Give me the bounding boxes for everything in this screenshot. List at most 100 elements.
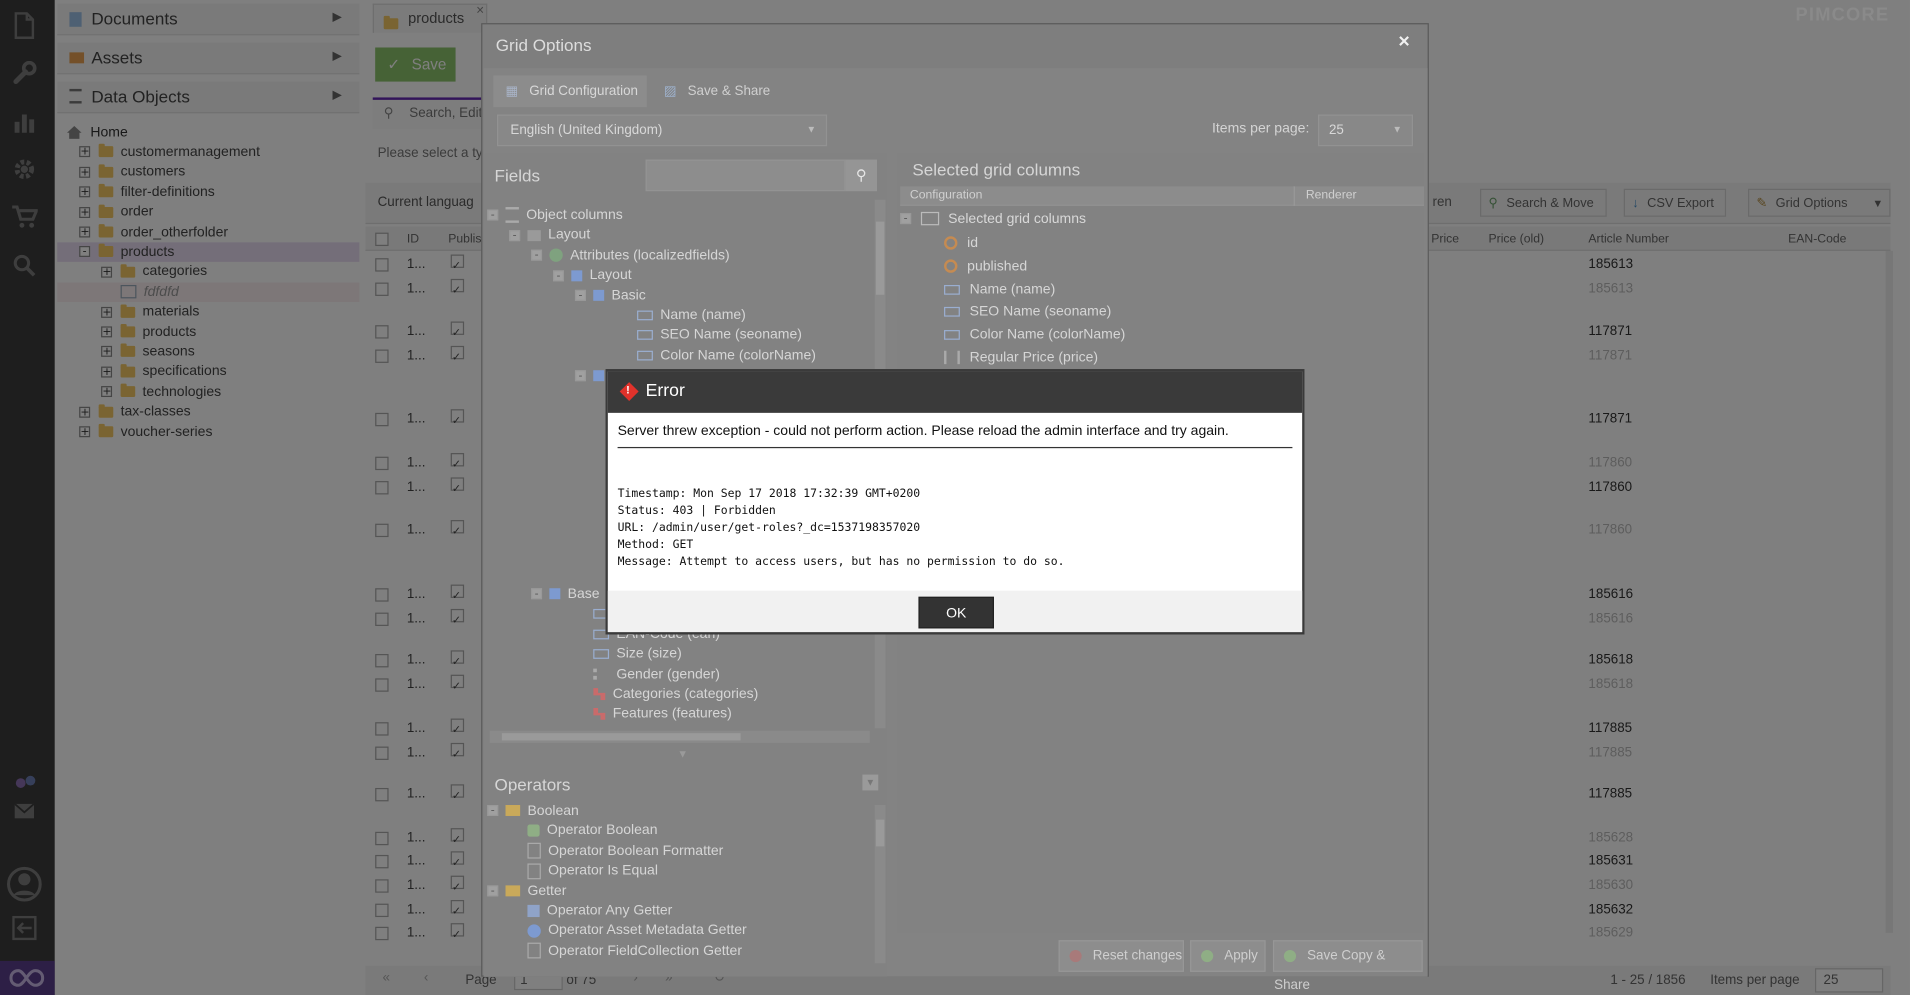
list-icon [505, 207, 519, 224]
tree-node-label: Operator FieldCollection Getter [548, 943, 743, 959]
collapse-icon[interactable]: - [553, 269, 564, 282]
tree-node[interactable]: Categories (categories) [575, 684, 758, 703]
selected-root[interactable]: - Selected grid columns [900, 209, 1086, 228]
collapse-icon[interactable]: - [487, 210, 499, 222]
language-select-value: English (United Kingdom) [510, 123, 663, 138]
input-field-icon [593, 649, 610, 660]
reset-changes-button[interactable]: Reset changes [1058, 940, 1185, 972]
tree-node[interactable]: - Layout [509, 226, 590, 245]
selected-column[interactable]: Color Name (colorName) [944, 325, 1125, 344]
operators-tree: - Boolean Operator Boolean Operator Boolean… [485, 799, 877, 962]
tree-node[interactable]: Size (size) [575, 644, 682, 663]
error-header: ! Error [607, 371, 1303, 413]
tree-node-label: Features (features) [612, 706, 732, 722]
tree-node-label: Attributes (localizedfields) [570, 248, 730, 263]
getter-icon [527, 904, 540, 918]
layout-icon [527, 230, 541, 241]
tree-node[interactable]: - Base [531, 585, 600, 604]
fields-title: Fields [494, 165, 541, 186]
tree-node-label: Operator Any Getter [546, 903, 673, 919]
language-select[interactable]: English (United Kingdom) ▼ [496, 114, 828, 147]
chevron-down-icon: ▼ [806, 124, 817, 136]
save-copy-share-button[interactable]: Save Copy & Share [1272, 940, 1423, 993]
selected-column[interactable]: Regular Price (price) [944, 348, 1098, 367]
collapse-icon[interactable]: - [531, 588, 543, 600]
fields-search-input[interactable] [645, 159, 846, 192]
col-renderer[interactable]: Renderer [1306, 189, 1357, 202]
tree-node-label: Basic [611, 288, 646, 303]
fields-search-button[interactable]: ⚲ [845, 159, 878, 192]
dialog-items-per-page-select[interactable]: 25 ▼ [1317, 114, 1414, 147]
operators-scrollbar[interactable] [874, 805, 886, 964]
operators-scroll-thumb[interactable] [875, 819, 885, 847]
collapse-icon[interactable]: - [900, 213, 912, 225]
input-field-icon [944, 307, 960, 318]
error-title: Error [645, 381, 685, 401]
tree-node[interactable]: - Boolean [487, 801, 579, 820]
collapse-icon[interactable]: - [509, 230, 521, 242]
tree-node-label: Layout [589, 268, 632, 283]
open-folder-icon [921, 212, 940, 226]
tree-node[interactable]: Features (features) [575, 704, 732, 723]
apply-check-icon [1201, 950, 1214, 963]
fields-hscrollbar[interactable] [489, 730, 870, 743]
tree-node[interactable]: Operator Any Getter [509, 901, 672, 920]
relation-icon [593, 688, 606, 701]
tree-node[interactable]: Operator Boolean [509, 821, 658, 840]
selected-column[interactable]: Name (name) [944, 280, 1055, 299]
tree-node-label: Operator Is Equal [548, 863, 658, 879]
tree-node[interactable]: Gender (gender) [575, 664, 720, 683]
close-icon[interactable]: × [1398, 32, 1409, 54]
grid-options-title: Grid Options [495, 35, 592, 55]
selected-column-label: Name (name) [969, 282, 1056, 297]
collapse-icon[interactable]: - [531, 249, 543, 262]
tree-node[interactable]: Color Name (colorName) [619, 346, 816, 365]
error-detail-line: Timestamp: Mon Sep 17 2018 17:32:39 GMT+… [617, 487, 921, 501]
tree-node[interactable]: Operator Asset Metadata Getter [509, 921, 747, 940]
input-field-icon [637, 310, 653, 321]
tree-node-label: Boolean [527, 803, 579, 819]
tree-node[interactable]: - Attributes (localizedfields) [531, 246, 730, 265]
collapse-icon[interactable]: - [574, 369, 586, 381]
col-configuration[interactable]: Configuration [910, 189, 982, 202]
error-message: Server threw exception - could not perfo… [617, 423, 1229, 439]
tree-node-label: Getter [527, 883, 567, 899]
tree-node[interactable]: - Layout [553, 266, 632, 285]
multiselect-icon [593, 668, 609, 680]
apply-button[interactable]: Apply [1190, 940, 1266, 972]
key-icon [944, 236, 958, 251]
selected-title: Selected grid columns [912, 159, 1081, 180]
tree-node[interactable]: - Getter [487, 881, 566, 900]
selected-column[interactable]: id [944, 234, 978, 253]
fields-hscroll-thumb[interactable] [501, 733, 741, 741]
tab-save-share[interactable]: ▨ Save & Share [654, 76, 776, 108]
operators-collapse-icon[interactable]: ▼ [862, 774, 879, 791]
operators-title: Operators [494, 774, 571, 795]
error-dialog: ! Error Server threw exception - could n… [605, 369, 1305, 635]
collapse-icon[interactable]: - [487, 805, 499, 817]
fields-scroll-thumb[interactable] [875, 221, 885, 295]
selected-column[interactable]: published [944, 257, 1027, 276]
error-detail-line: Message: Attempt to access users, but ha… [617, 555, 1065, 569]
collapse-icon[interactable]: - [487, 885, 499, 897]
save-share-icon: ▨ [663, 84, 677, 99]
selected-column[interactable]: SEO Name (seoname) [944, 303, 1111, 322]
ok-button[interactable]: OK [918, 596, 994, 629]
error-divider [617, 446, 1293, 449]
tab-grid-configuration[interactable]: ▦ Grid Configuration [493, 75, 647, 108]
tree-node[interactable]: - Object columns [487, 206, 623, 225]
tree-node[interactable]: Operator FieldCollection Getter [509, 941, 742, 960]
tree-node-label: Base [567, 587, 600, 602]
collapse-icon[interactable]: - [574, 289, 586, 301]
document-icon [527, 942, 541, 959]
tree-node[interactable]: Operator Is Equal [509, 861, 658, 880]
tree-node[interactable]: Operator Boolean Formatter [509, 841, 723, 860]
tree-node[interactable]: SEO Name (seoname) [619, 326, 802, 345]
tree-node[interactable]: - Basic [574, 286, 646, 305]
selected-column-label: Color Name (colorName) [969, 327, 1126, 343]
tab-save-share-label: Save & Share [687, 84, 771, 99]
tree-node-label: Name (name) [660, 308, 746, 323]
splitter-handle[interactable]: ▼ [677, 748, 688, 760]
tree-node-label: Operator Asset Metadata Getter [548, 923, 747, 939]
tree-node[interactable]: Name (name) [619, 306, 746, 325]
